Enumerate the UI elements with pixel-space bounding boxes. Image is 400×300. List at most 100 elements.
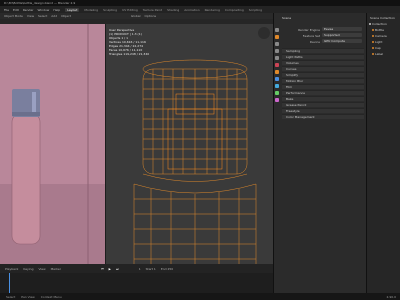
panel-simplify[interactable]: Simplify — [282, 72, 364, 77]
device-row: Device GPU Compute — [282, 39, 364, 44]
panel-bake[interactable]: Bake — [282, 96, 364, 101]
view-menu[interactable]: View — [27, 14, 34, 18]
collection-icon — [369, 23, 371, 25]
workspace-tab-animation[interactable]: Animation — [184, 8, 199, 12]
device-label: Device — [309, 40, 320, 44]
stat-triangles: Triangles 119,248 / 21,340 — [109, 52, 149, 56]
top-menubar: File Edit Render Window Help Layout Mode… — [0, 6, 400, 13]
feature-set-row: Feature Set Supported — [282, 33, 364, 38]
stat-triangles-value: 119,248 / 21,340 — [123, 52, 150, 56]
outliner-cap[interactable]: Cap — [375, 46, 381, 50]
data-tab-icon[interactable] — [275, 91, 279, 95]
render-engine-row: Render Engine Eevee — [282, 27, 364, 32]
particles-tab-icon[interactable] — [275, 84, 279, 88]
frame-end[interactable]: End 250 — [161, 267, 173, 271]
object-tab-icon[interactable] — [275, 70, 279, 74]
camera-view-render — [0, 24, 105, 264]
workspace-tab-layout[interactable]: Layout — [65, 7, 80, 12]
navigation-gizmo-icon[interactable] — [258, 27, 270, 39]
mesh-icon — [372, 47, 374, 49]
panel-color-management[interactable]: Color Management — [282, 114, 364, 119]
window-title: D:\3D\Bottle\bottle_design.blend — Blend… — [4, 1, 76, 5]
play-icon[interactable]: ▶ — [109, 267, 111, 271]
outliner-bottle[interactable]: Bottle — [375, 28, 384, 32]
panel-light-paths[interactable]: Light Paths — [282, 54, 364, 59]
workspace-tab-sculpting[interactable]: Sculpting — [103, 8, 117, 12]
tool-tab-icon[interactable] — [275, 28, 279, 32]
main-3d-viewport[interactable]: User Perspective (1) PRODUCT | 1.3 (1) O… — [106, 24, 273, 264]
workspace-tab-rendering[interactable]: Rendering — [205, 8, 220, 12]
feature-set-label: Feature Set — [302, 34, 320, 38]
object-menu[interactable]: Object — [61, 14, 71, 18]
viewport-stats-overlay: User Perspective (1) PRODUCT | 1.3 (1) O… — [109, 28, 149, 56]
outliner-collection[interactable]: Collection — [372, 22, 387, 26]
workspace-tab-modeling[interactable]: Modeling — [84, 8, 98, 12]
workspace-tab-texture[interactable]: Texture Paint — [143, 8, 162, 12]
workspace-tab-shading[interactable]: Shading — [167, 8, 179, 12]
panel-curves[interactable]: Curves — [282, 66, 364, 71]
frame-start[interactable]: Start 1 — [146, 267, 156, 271]
current-frame[interactable]: 1 — [139, 267, 141, 271]
playhead[interactable] — [9, 273, 10, 293]
modifier-tab-icon[interactable] — [275, 77, 279, 81]
jump-start-icon[interactable]: ⏮ — [101, 267, 104, 271]
world-tab-icon[interactable] — [275, 63, 279, 67]
properties-tabs — [274, 25, 280, 105]
marker-menu[interactable]: Marker — [51, 267, 61, 271]
menu-help[interactable]: Help — [53, 8, 60, 12]
stat-triangles-label: Triangles — [109, 52, 123, 56]
transform-orientation[interactable]: Global — [131, 14, 141, 18]
mesh-icon — [372, 53, 374, 55]
keying-menu[interactable]: Keying — [23, 267, 33, 271]
render-engine-label: Render Engine — [298, 28, 320, 32]
version-label: 2.90.0 — [386, 294, 396, 299]
render-tab-icon[interactable] — [275, 35, 279, 39]
panel-freestyle[interactable]: Freestyle — [282, 108, 364, 113]
select-menu[interactable]: Select — [38, 14, 47, 18]
device-dropdown[interactable]: GPU Compute — [322, 39, 362, 43]
workspace-tab-uv[interactable]: UV Editing — [122, 8, 138, 12]
options-menu[interactable]: Options — [144, 14, 156, 18]
menu-file[interactable]: File — [4, 8, 9, 12]
outliner: Scene Collection Collection Bottle Camer… — [366, 13, 400, 293]
output-tab-icon[interactable] — [275, 42, 279, 46]
status-context-hint: Context Menu — [40, 294, 62, 299]
outliner-light[interactable]: Light — [375, 40, 383, 44]
outliner-camera[interactable]: Camera — [375, 34, 387, 38]
status-bar: Select Pan View Context Menu 2.90.0 — [0, 293, 400, 300]
panel-sampling[interactable]: Sampling — [282, 48, 364, 53]
outliner-scene-collection[interactable]: Scene Collection — [370, 16, 395, 20]
scene-tab-icon[interactable] — [275, 56, 279, 60]
panel-motion-blur[interactable]: Motion Blur — [282, 78, 364, 83]
workspace-tab-scripting[interactable]: Scripting — [249, 8, 262, 12]
timeline-view-menu[interactable]: View — [38, 267, 45, 271]
mode-dropdown[interactable]: Object Mode — [4, 14, 23, 18]
status-pan-hint: Pan View — [21, 294, 35, 299]
timeline-ruler[interactable] — [0, 273, 273, 293]
status-select-hint: Select — [6, 294, 16, 299]
properties-header: Scene — [282, 16, 292, 20]
panel-film[interactable]: Film — [282, 84, 364, 89]
panel-performance[interactable]: Performance — [282, 90, 364, 95]
playback-menu[interactable]: Playback — [5, 267, 18, 271]
material-tab-icon[interactable] — [275, 98, 279, 102]
jump-end-icon[interactable]: ⏭ — [116, 267, 119, 271]
timeline-header: Playback Keying View Marker ⏮ ▶ ⏭ 1 Star… — [0, 264, 273, 273]
panel-volumes[interactable]: Volumes — [282, 60, 364, 65]
panel-grease-pencil[interactable]: Grease Pencil — [282, 102, 364, 107]
wireframe-mesh — [133, 59, 257, 264]
add-menu[interactable]: Add — [51, 14, 57, 18]
camera-icon — [372, 35, 374, 37]
mesh-icon — [372, 29, 374, 31]
workspace-tab-compositing[interactable]: Compositing — [225, 8, 244, 12]
outliner-label[interactable]: Label — [375, 52, 383, 56]
menu-render[interactable]: Render — [23, 8, 34, 12]
properties-editor: Scene Render Engine Eevee Feature Set Su… — [273, 13, 366, 293]
camera-viewport[interactable] — [0, 24, 105, 264]
menu-window[interactable]: Window — [38, 8, 50, 12]
menu-edit[interactable]: Edit — [13, 8, 19, 12]
render-engine-dropdown[interactable]: Eevee — [322, 27, 362, 31]
feature-set-dropdown[interactable]: Supported — [322, 33, 362, 37]
view-layer-tab-icon[interactable] — [275, 49, 279, 53]
light-icon — [372, 41, 374, 43]
